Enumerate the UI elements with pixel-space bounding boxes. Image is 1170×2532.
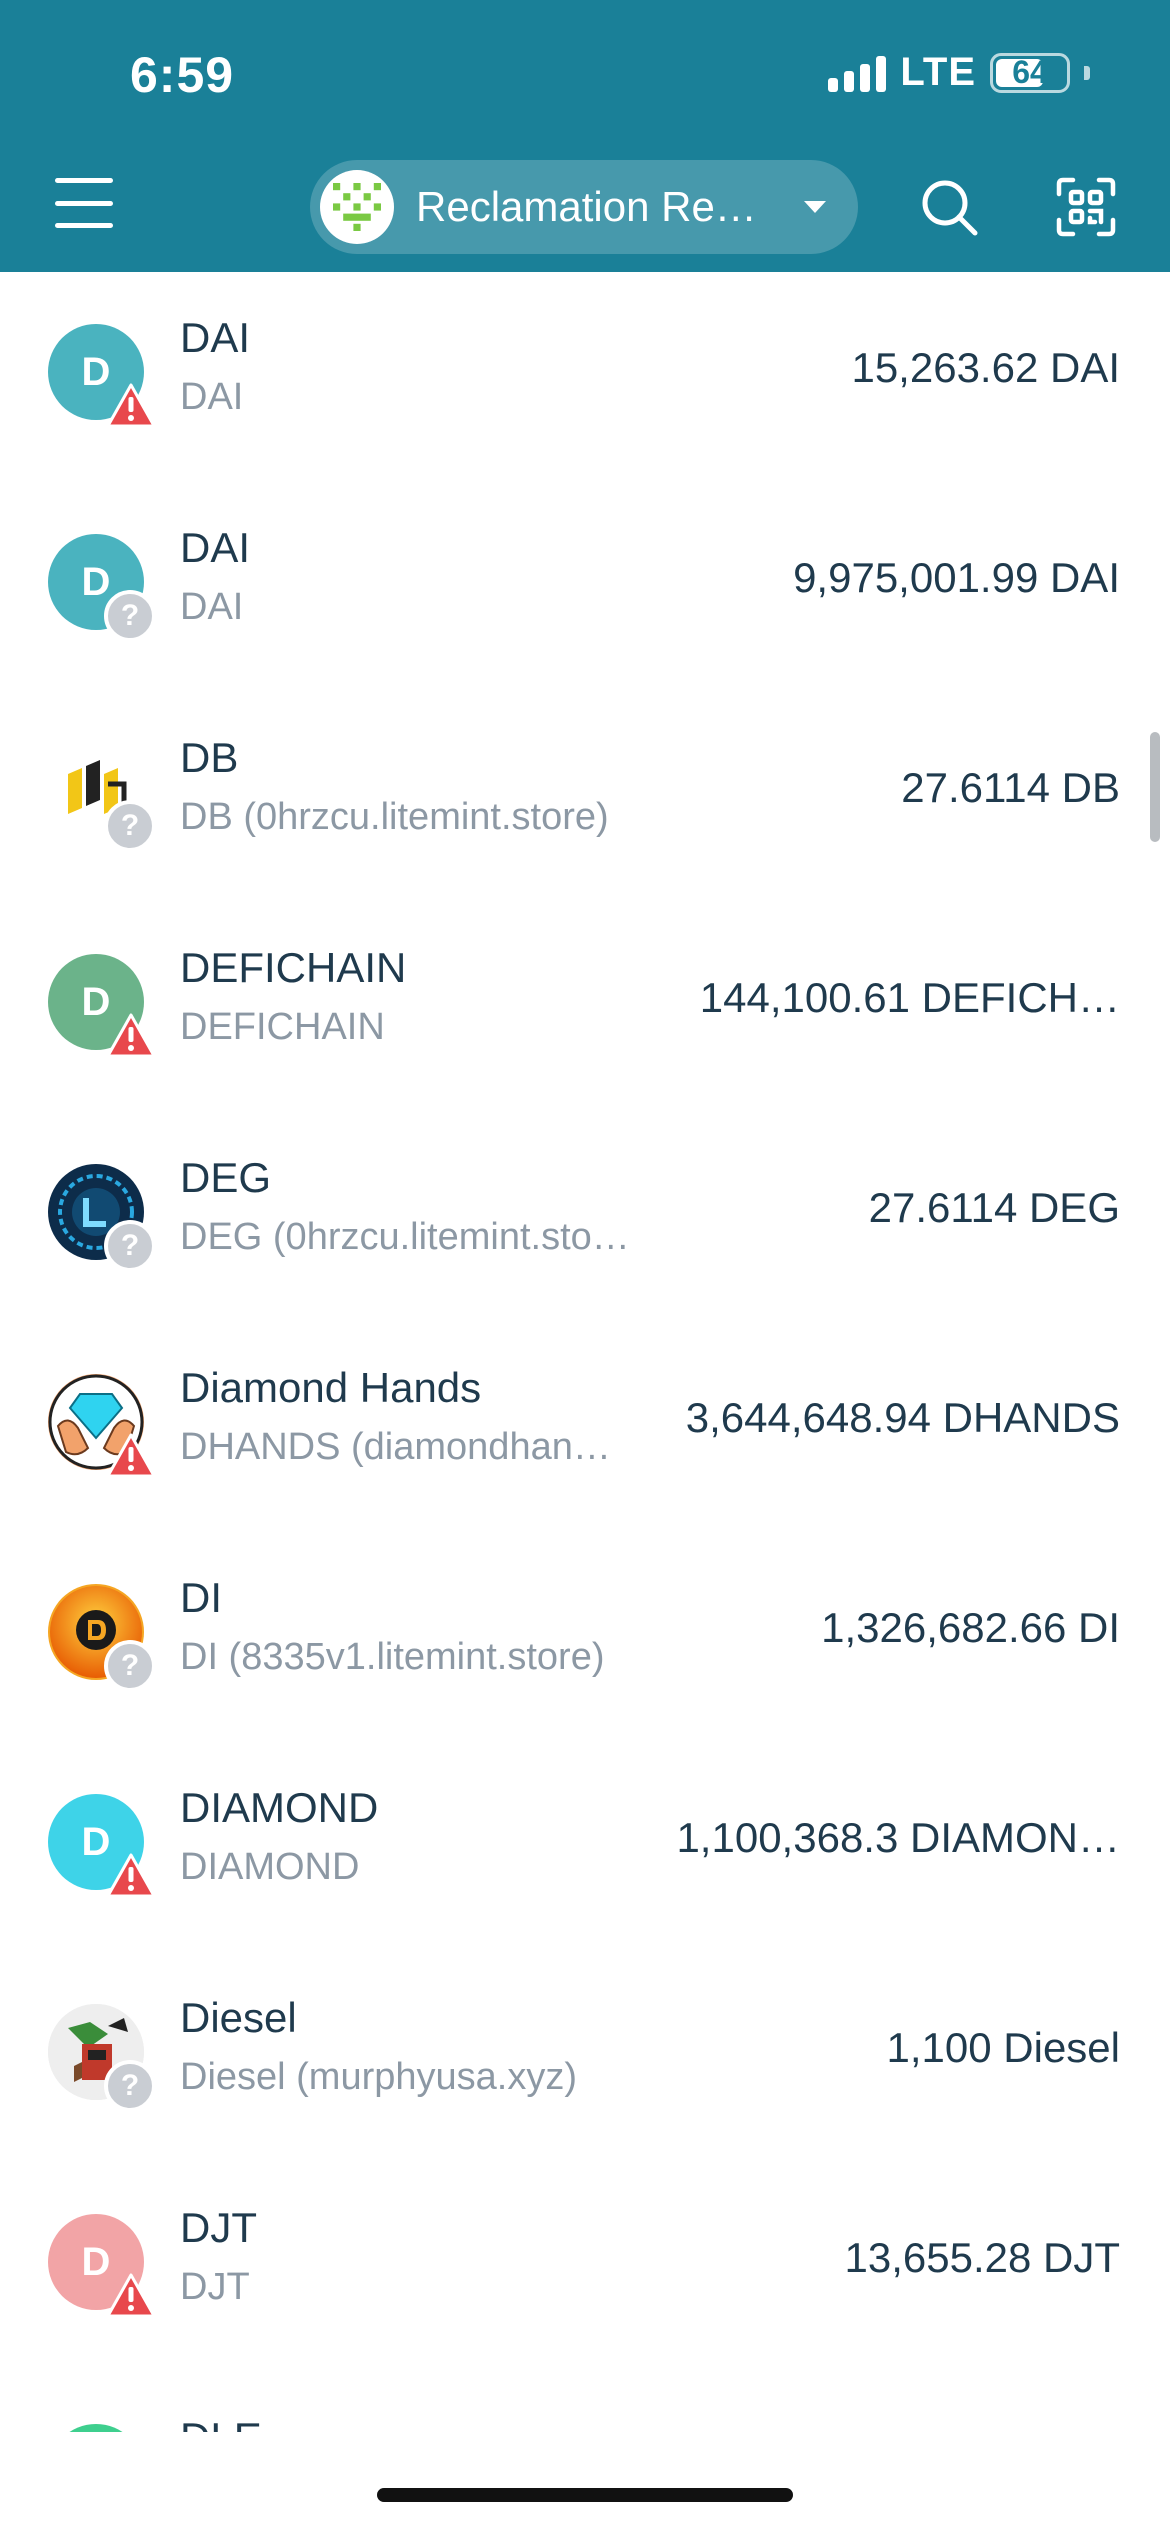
token-row[interactable]: D DEFICHAIN DEFICHAIN 144,100.61 DEFICH…	[0, 902, 1170, 1112]
token-list: D DAI DAI 15,263.62 DAI D? DAI DAI 9,975,001.99…	[0, 272, 1170, 2432]
token-icon: D?	[48, 534, 156, 642]
token-name: DAI	[180, 314, 251, 361]
token-subtitle: DAI	[180, 586, 244, 628]
token-balance: 144,100.61 DEFICH…	[699, 974, 1120, 1021]
search-icon[interactable]	[918, 176, 980, 238]
token-balance: 13,655.28 DJT	[844, 2234, 1120, 2281]
token-icon: ?	[48, 2004, 156, 2112]
token-letter-avatar	[48, 2424, 144, 2432]
token-subtitle: DJT	[180, 2266, 250, 2308]
account-avatar-icon	[320, 170, 394, 244]
question-mark-icon: ?	[104, 1640, 156, 1692]
token-name: DJT	[180, 2204, 257, 2251]
token-subtitle: DI (8335v1.litemint.store)	[180, 1636, 605, 1678]
token-row[interactable]: D DAI DAI 15,263.62 DAI	[0, 272, 1170, 482]
token-row[interactable]: ? Diesel Diesel (murphyusa.xyz) 1,100 Diese…	[0, 1952, 1170, 2162]
token-subtitle: DEFICHAIN	[180, 1006, 385, 1048]
token-row[interactable]: Diamond Hands DHANDS (diamondhan… 3,644,64…	[0, 1322, 1170, 1532]
battery-icon: 64	[990, 52, 1070, 93]
token-icon: ?	[48, 1164, 156, 1272]
token-name: DB	[180, 734, 239, 781]
token-balance: 1,100 Diesel	[886, 2024, 1120, 2071]
token-subtitle: DAI	[180, 376, 244, 418]
chevron-down-icon	[804, 201, 826, 213]
token-icon: D	[48, 1794, 155, 1898]
token-name: DEFICHAIN	[180, 944, 407, 991]
question-mark-icon: ?	[104, 800, 156, 852]
account-selector[interactable]: Reclamation Re…	[310, 160, 858, 254]
token-balance: 1,100,368.3 DIAMON…	[676, 1814, 1120, 1861]
token-name: DIAMOND	[180, 1784, 379, 1831]
token-name: Diamond Hands	[180, 1364, 482, 1411]
qr-scan-icon[interactable]	[1055, 176, 1117, 238]
hamburger-menu-icon[interactable]	[55, 178, 113, 228]
token-balance: 3,644,648.94 DHANDS	[685, 1394, 1120, 1441]
token-name: DI	[180, 1574, 222, 1621]
token-name: DLE	[180, 2414, 262, 2432]
token-balance: 1,326,682.66 DI	[821, 1604, 1120, 1651]
warning-icon	[106, 1852, 156, 1898]
status-time: 6:59	[130, 47, 235, 103]
token-icon: D	[48, 324, 155, 428]
home-indicator[interactable]	[377, 2488, 793, 2502]
question-mark-icon: ?	[104, 590, 156, 642]
token-icon: D	[48, 954, 155, 1058]
warning-icon	[106, 382, 156, 428]
token-subtitle: DB (0hrzcu.litemint.store)	[180, 796, 609, 838]
token-icon: ?	[48, 1584, 156, 1692]
token-name: DAI	[180, 524, 251, 571]
token-subtitle: DIAMOND	[180, 1846, 360, 1888]
token-letter: D	[81, 559, 111, 604]
question-mark-icon: ?	[104, 2060, 156, 2112]
token-name: Diesel	[180, 1994, 297, 2041]
account-name: Reclamation Re…	[416, 183, 757, 230]
token-subtitle: Diesel (murphyusa.xyz)	[180, 2056, 577, 2098]
token-row[interactable]: ? DB DB (0hrzcu.litemint.store) 27.6114 DB	[0, 692, 1170, 902]
token-row[interactable]: D DJT DJT 13,655.28 DJT	[0, 2162, 1170, 2372]
status-indicators: LTE 64	[828, 50, 1090, 95]
token-icon	[48, 2424, 144, 2432]
token-icon: ?	[48, 744, 156, 852]
network-label: LTE	[900, 50, 976, 94]
token-subtitle: DEG (0hrzcu.litemint.store)	[180, 1216, 630, 1258]
token-row[interactable]: ? DEG DEG (0hrzcu.litemint.store) 27.6114 D…	[0, 1112, 1170, 1322]
signal-icon	[828, 54, 887, 92]
battery-level: 64	[1012, 54, 1048, 90]
app-header: 6:59 LTE 64 Reclamation Re…	[0, 0, 1170, 272]
token-name: DEG	[180, 1154, 272, 1201]
question-mark-icon: ?	[104, 1220, 156, 1272]
token-subtitle: DHANDS (diamondhan…	[180, 1426, 611, 1468]
token-row[interactable]: ? DI DI (8335v1.litemint.store) 1,326,682.6…	[0, 1532, 1170, 1742]
token-row[interactable]: DLE	[0, 2372, 1170, 2432]
warning-icon	[106, 2272, 156, 2318]
token-icon: D	[48, 2214, 155, 2318]
token-row[interactable]: D DIAMOND DIAMOND 1,100,368.3 DIAMON…	[0, 1742, 1170, 1952]
warning-icon	[106, 1432, 156, 1478]
token-row[interactable]: D? DAI DAI 9,975,001.99 DAI	[0, 482, 1170, 692]
warning-icon	[106, 1012, 156, 1058]
scrollbar[interactable]	[1150, 732, 1160, 842]
token-balance: 15,263.62 DAI	[851, 344, 1120, 391]
token-icon	[48, 1374, 155, 1478]
token-balance: 27.6114 DB	[901, 764, 1120, 811]
token-balance: 9,975,001.99 DAI	[793, 554, 1120, 601]
token-balance: 27.6114 DEG	[868, 1184, 1120, 1231]
